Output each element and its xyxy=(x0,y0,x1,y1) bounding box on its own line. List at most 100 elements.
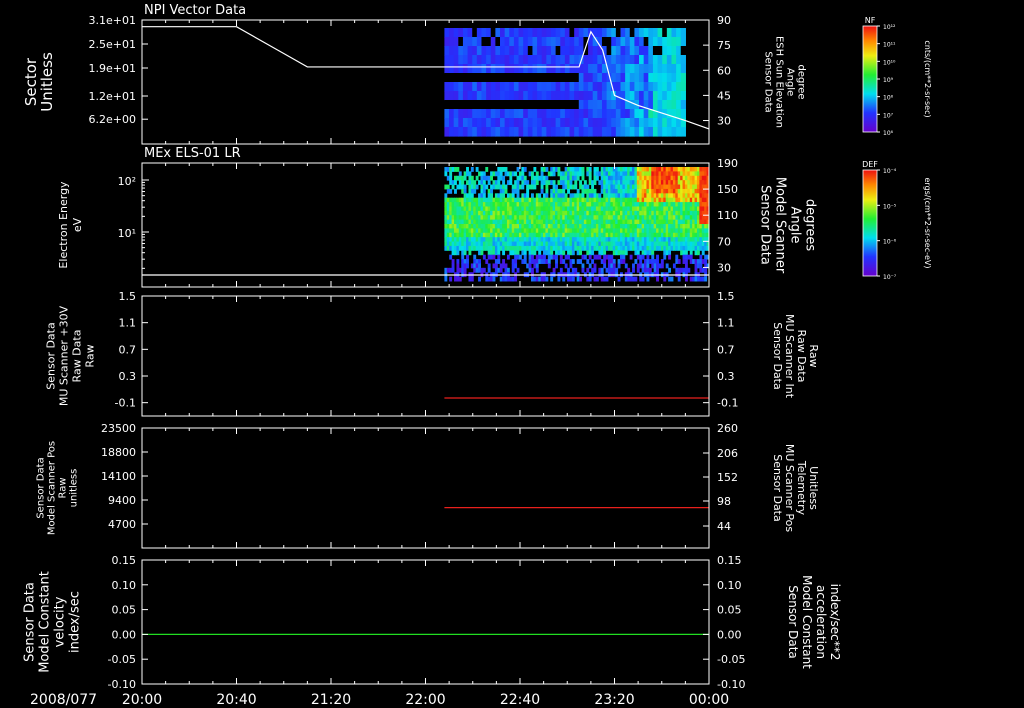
heatmap-cell xyxy=(526,180,530,186)
heatmap-cell xyxy=(462,73,469,83)
heatmap-cell xyxy=(523,254,527,260)
heatmap-cell xyxy=(648,46,654,56)
heatmap-cell xyxy=(634,37,640,47)
heatmap-cell xyxy=(704,259,708,264)
heatmap-cell xyxy=(684,250,688,256)
heatmap-cell xyxy=(569,73,575,83)
heatmap-cell xyxy=(564,64,571,74)
heatmap-cell xyxy=(680,28,686,38)
heatmap-cell xyxy=(462,82,469,92)
heatmap-cell xyxy=(578,91,585,101)
heatmap-cell xyxy=(545,175,549,181)
heatmap-cell xyxy=(472,73,478,83)
heatmap-cell xyxy=(462,127,469,137)
heatmap-cell xyxy=(689,250,693,256)
heatmap-cell xyxy=(657,82,663,92)
heatmap-cell xyxy=(523,109,529,119)
y2-tick-label: 90 xyxy=(717,14,731,27)
heatmap-cell xyxy=(550,28,557,38)
heatmap-cell xyxy=(537,46,543,56)
heatmap-cell xyxy=(461,180,465,186)
heatmap-cell xyxy=(588,167,592,172)
heatmap-cell xyxy=(444,171,448,177)
heatmap-cell xyxy=(511,193,515,199)
heatmap-cell xyxy=(545,193,549,199)
heatmap-cell xyxy=(509,73,515,83)
heatmap-cell xyxy=(480,250,484,256)
heatmap-cell xyxy=(537,118,543,128)
heatmap-cell xyxy=(523,28,529,38)
colorbar-units: ergs/(cm**2-sr-sec-eV) xyxy=(923,177,932,268)
heatmap-cell xyxy=(559,254,563,260)
heatmap-cell xyxy=(467,109,473,119)
heatmap-cell xyxy=(552,180,556,186)
heatmap-cell xyxy=(537,73,543,83)
heatmap-cell xyxy=(615,109,622,119)
heatmap-cell xyxy=(514,259,518,264)
heatmap-cell xyxy=(665,263,669,269)
heatmap-cell xyxy=(574,118,580,128)
heatmap-cell xyxy=(581,175,585,181)
heatmap-cell xyxy=(458,127,464,137)
y2-tick-label: 70 xyxy=(717,235,731,248)
heatmap-cell xyxy=(481,73,487,83)
heatmap-cell xyxy=(583,118,589,128)
heatmap-cell xyxy=(504,263,508,269)
heatmap-cell xyxy=(675,254,679,260)
heatmap-cell xyxy=(648,73,654,83)
y-tick-label: 0.05 xyxy=(112,604,137,617)
y-axis-label: MU Scanner +30V xyxy=(58,305,71,406)
heatmap-cell xyxy=(514,263,518,269)
heatmap-cell xyxy=(444,100,450,110)
heatmap-cell xyxy=(622,254,626,260)
heatmap-cell xyxy=(526,188,530,194)
heatmap-cell xyxy=(571,276,575,282)
heatmap-cell xyxy=(486,46,492,56)
heatmap-cell xyxy=(458,46,464,56)
heatmap-cell xyxy=(666,64,673,74)
heatmap-cell xyxy=(545,167,549,172)
heatmap-cell xyxy=(550,37,557,47)
heatmap-cell xyxy=(588,118,594,128)
heatmap-cell xyxy=(625,37,631,47)
heatmap-cell xyxy=(684,263,688,269)
heatmap-cell xyxy=(486,127,492,137)
heatmap-cell xyxy=(576,188,580,194)
heatmap-cell xyxy=(583,100,589,110)
heatmap-cell xyxy=(462,37,469,47)
y-axis-label: Raw Data xyxy=(71,330,84,383)
heatmap-cell xyxy=(476,37,483,47)
heatmap-cell xyxy=(564,55,571,65)
heatmap-cell xyxy=(574,180,578,186)
heatmap-cell xyxy=(588,100,594,110)
heatmap-cell xyxy=(458,100,464,110)
heatmap-cell xyxy=(472,55,478,65)
heatmap-cell xyxy=(541,82,547,92)
heatmap-cell xyxy=(467,64,473,74)
heatmap-cell xyxy=(620,28,626,38)
heatmap-cell xyxy=(611,55,617,65)
heatmap-cell xyxy=(656,254,659,260)
heatmap-cell xyxy=(481,82,487,92)
heatmap-cell xyxy=(666,82,673,92)
y2-tick-label: -0.10 xyxy=(717,678,745,691)
y2-axis-label: Unitless xyxy=(807,466,820,510)
heatmap-cell xyxy=(451,263,455,269)
heatmap-cell xyxy=(701,250,705,256)
heatmap-cell xyxy=(595,276,599,282)
heatmap-cell xyxy=(458,64,464,74)
heatmap-cell xyxy=(444,91,450,101)
heatmap-cell xyxy=(504,46,510,56)
heatmap-cell xyxy=(482,188,486,194)
heatmap-cell xyxy=(611,109,617,119)
heatmap-cell xyxy=(611,73,617,83)
heatmap-cell xyxy=(671,127,677,137)
heatmap-cell xyxy=(643,46,649,56)
x-tick-label: 20:40 xyxy=(216,692,256,708)
heatmap-cell xyxy=(467,37,473,47)
heatmap-cell xyxy=(663,276,667,282)
heatmap-cell xyxy=(603,259,607,264)
heatmap-cell xyxy=(541,100,547,110)
heatmap-cell xyxy=(601,100,608,110)
heatmap-cell xyxy=(453,91,459,101)
